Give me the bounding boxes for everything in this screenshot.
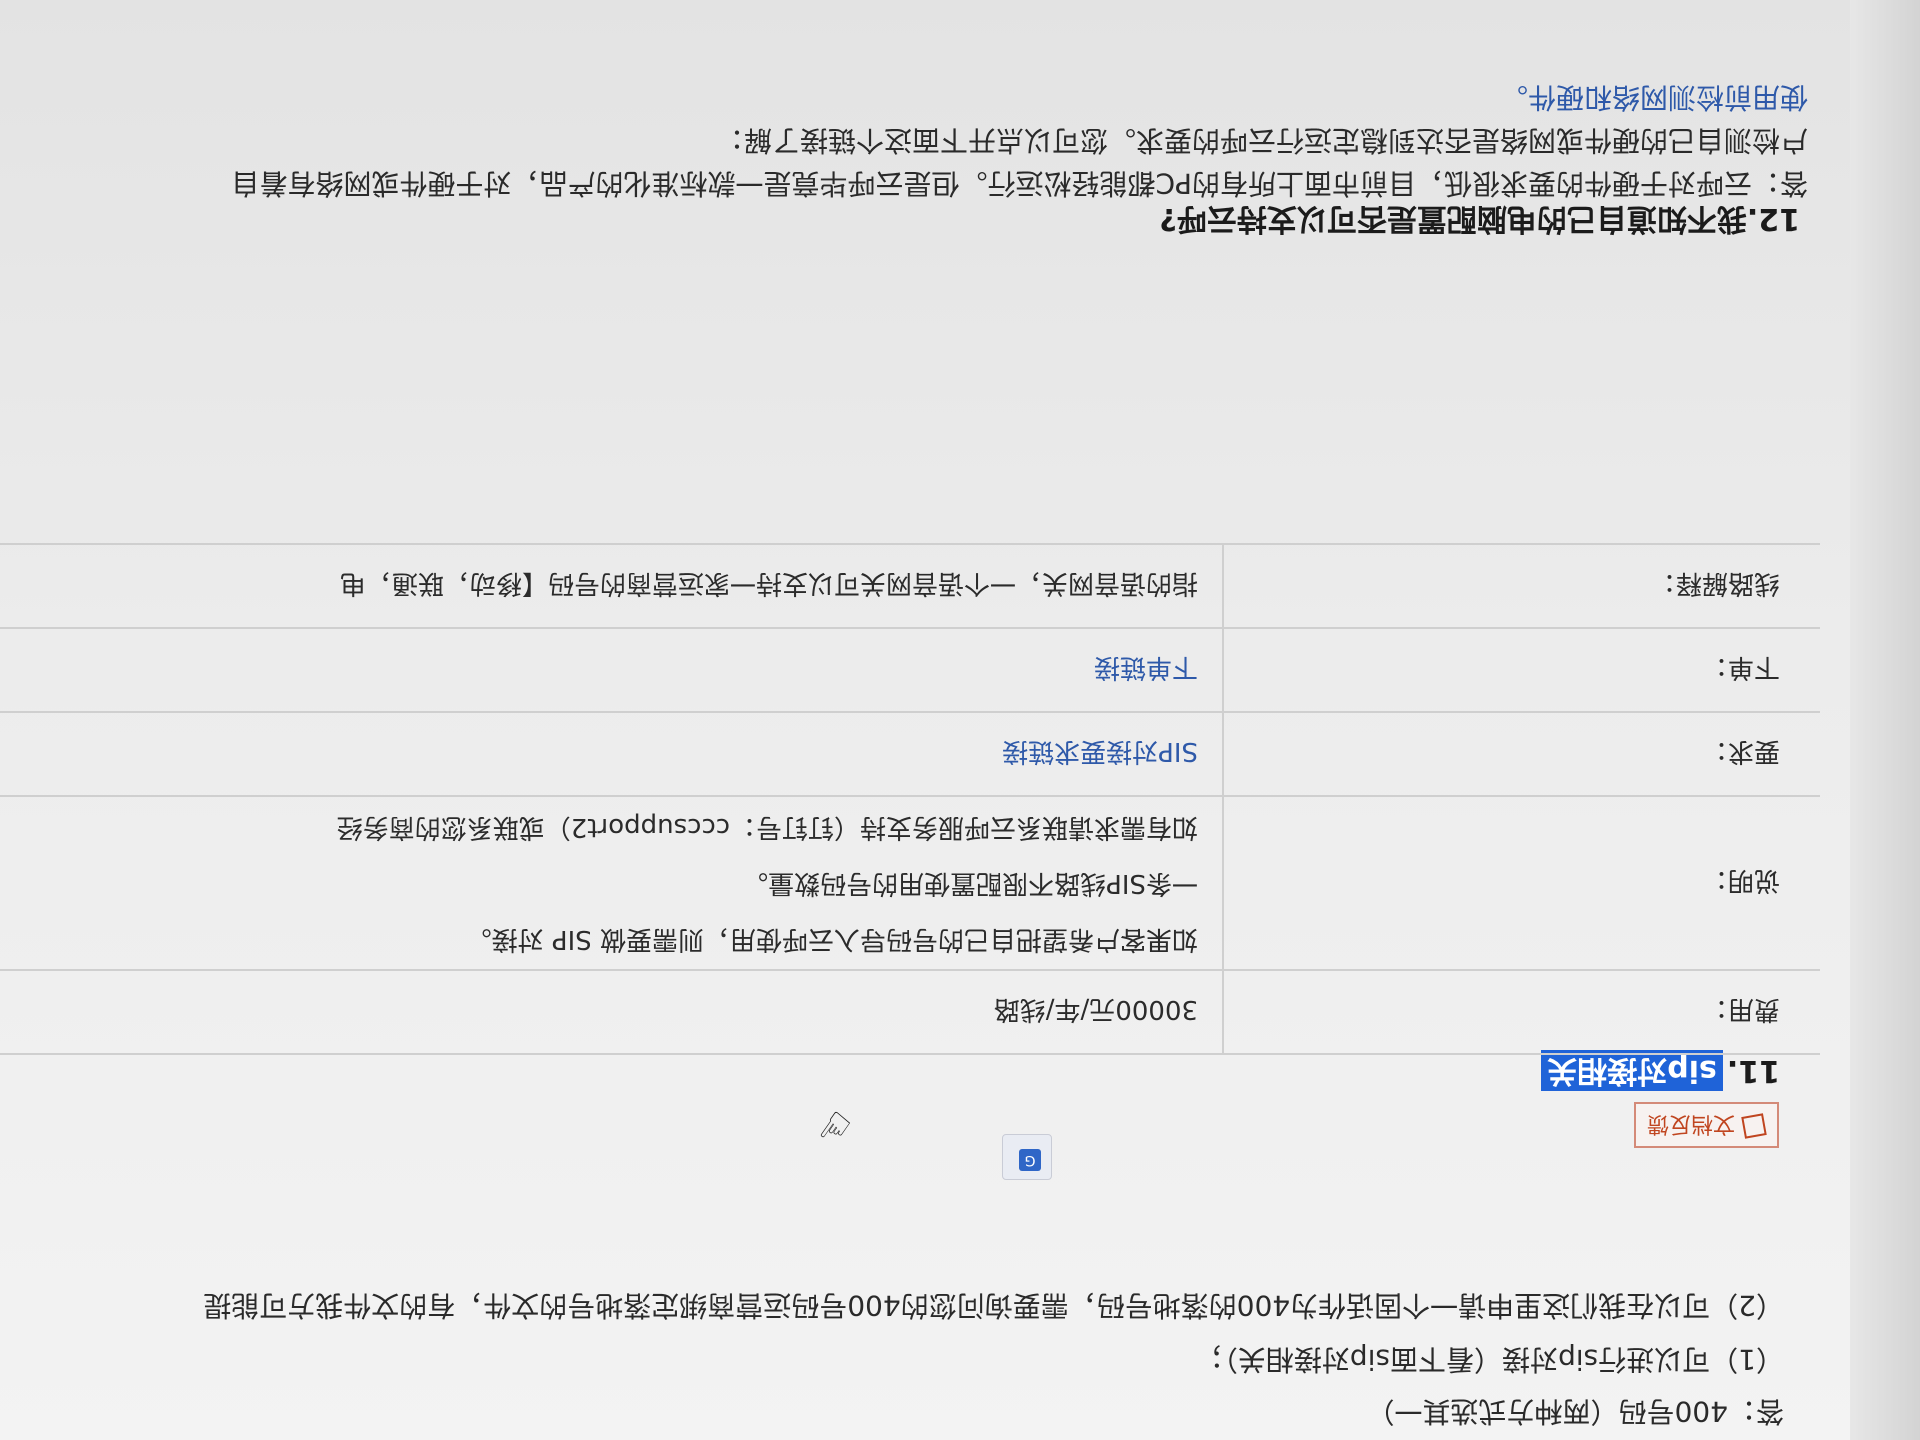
section-12-title: 12.我不知道自己的电脑配置是否可以支持云呼? bbox=[1159, 201, 1800, 236]
order-link[interactable]: 下单链接 bbox=[1094, 653, 1198, 683]
option-1-text: （1）可以进行sip对接（看下面sip对接相关）； bbox=[1195, 1343, 1784, 1376]
table-row-line-explanation: 线路解释： 指的语音网关，一个语音网关可以支持一家运营商的号码【移动，联通，电 bbox=[0, 544, 1820, 628]
sip-requirement-link[interactable]: SIP对接要求链接 bbox=[1002, 737, 1198, 767]
mouse-cursor-icon: ☝ bbox=[812, 1101, 859, 1153]
network-check-link[interactable]: 使用前检测网络和硬件。 bbox=[1500, 81, 1808, 114]
section-11-title-highlight: sip对接相关 bbox=[1541, 1050, 1723, 1091]
description-line-2: 一条SIP线路不限配置使用的号码数量。 bbox=[742, 868, 1198, 898]
translate-icon[interactable]: G bbox=[1002, 1134, 1052, 1180]
section-12-answer: 答：云呼对于硬件的要求很低，目前市面上所有的PC都能轻松运行。但是云呼毕竟是一款… bbox=[231, 167, 1808, 200]
section-11-title: 11.sip对接相关 bbox=[1541, 1050, 1780, 1096]
description-line-1: 如果客户希望把自己的号码导入云呼使用，则需要做 SIP 对接。 bbox=[465, 924, 1198, 954]
line-explanation-key: 线路解释： bbox=[1223, 544, 1820, 628]
table-row-order: 下单： 下单链接 bbox=[0, 628, 1820, 712]
edit-icon bbox=[1741, 1113, 1767, 1139]
section-11-number: 11. bbox=[1726, 1053, 1780, 1088]
doc-feedback-label: 文档反馈 bbox=[1646, 1111, 1735, 1136]
description-line-3: 如有需求请联系云呼服务支持（钉钉号：cccsupport2）或联系您的商务经 bbox=[336, 812, 1198, 842]
section-12-answer-line-3: 使用前检测网络和硬件。 bbox=[1500, 80, 1808, 114]
table-row-requirement: 要求： SIP对接要求链接 bbox=[0, 712, 1820, 796]
section-12-answer-line-2: 户检测自己的硬件或网络是否达到稳定运行云呼的要求。您可以点开下面这个链接了解： bbox=[715, 124, 1808, 157]
table-row-description: 说明： 如果客户希望把自己的号码导入云呼使用，则需要做 SIP 对接。 一条SI… bbox=[0, 796, 1820, 970]
description-key: 说明： bbox=[1223, 796, 1820, 970]
answer-400-text: 答：400号码（两种方式选其一） bbox=[1366, 1395, 1784, 1428]
doc-feedback-button[interactable]: 文档反馈 bbox=[1634, 1102, 1779, 1148]
translate-glyph: G bbox=[1019, 1149, 1041, 1171]
line-explanation-value: 指的语音网关，一个语音网关可以支持一家运营商的号码【移动，联通，电 bbox=[0, 544, 1223, 628]
table-row-fee: 费用： 30000元/年/线路 bbox=[0, 970, 1820, 1054]
requirement-key: 要求： bbox=[1223, 712, 1820, 796]
description-value: 如果客户希望把自己的号码导入云呼使用，则需要做 SIP 对接。 一条SIP线路不… bbox=[0, 796, 1223, 970]
monitor-edge bbox=[1850, 0, 1920, 1440]
rotated-screen: 答：400号码（两种方式选其一） （1）可以进行sip对接（看下面sip对接相关… bbox=[0, 0, 1920, 1440]
option-2-text: （2）可以在我们这里申请一个固话作为400的落地号码，需要询问您的400号码运营… bbox=[203, 1289, 1784, 1322]
sip-info-table: 费用： 30000元/年/线路 说明： 如果客户希望把自己的号码导入云呼使用，则… bbox=[0, 543, 1820, 1055]
fee-value: 30000元/年/线路 bbox=[0, 970, 1223, 1054]
fee-key: 费用： bbox=[1223, 970, 1820, 1054]
order-key: 下单： bbox=[1223, 628, 1820, 712]
